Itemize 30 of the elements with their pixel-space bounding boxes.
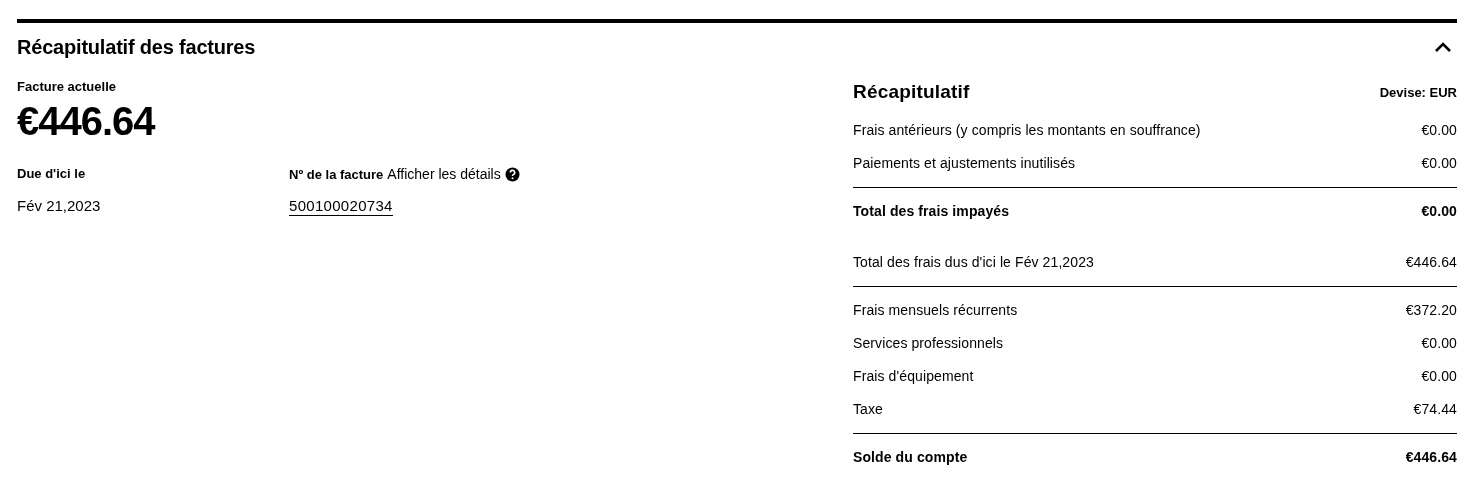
charge-amount: €0.00 — [1421, 334, 1457, 351]
due-date: Fév 21,2023 — [17, 197, 101, 214]
charge-label: Frais mensuels récurrents — [853, 301, 1018, 318]
current-bill-label: Facture actuelle — [17, 79, 117, 94]
chevron-up-icon — [1434, 41, 1452, 53]
charge-label: Taxe — [853, 400, 883, 417]
charge-amount: €446.64 — [1405, 253, 1457, 270]
charge-amount: €372.20 — [1405, 301, 1457, 318]
invoice-number-link[interactable]: 500100020734 — [289, 197, 393, 216]
invoice-number-label: Nº de la facture — [289, 166, 384, 182]
currency-label: Devise: EUR — [1379, 84, 1457, 100]
help-icon[interactable] — [504, 166, 520, 182]
charge-amount: €0.00 — [1421, 202, 1457, 219]
charge-amount: €74.44 — [1413, 400, 1457, 417]
charge-amount: €0.00 — [1421, 154, 1457, 171]
charge-label: Total des frais impayés — [853, 202, 1010, 219]
summary-title: Récapitulatif — [853, 81, 970, 103]
charge-amount: €0.00 — [1421, 367, 1457, 384]
charge-label: Frais d'équipement — [853, 367, 974, 384]
bill-amount: €446.64 — [17, 98, 157, 145]
due-date-label: Due d'ici le — [17, 166, 87, 181]
charge-label: Total des frais dus d'ici le Fév 21,2023 — [853, 253, 1094, 270]
charge-amount: €446.64 — [1405, 448, 1457, 465]
charge-label: Solde du compte — [853, 448, 968, 465]
charge-amount: €0.00 — [1421, 121, 1457, 138]
charge-label: Services professionnels — [853, 334, 1004, 351]
charge-label: Paiements et ajustements inutilisés — [853, 154, 1076, 171]
section-title: Récapitulatif des factures — [17, 35, 256, 59]
details-link[interactable]: Afficher les détails — [387, 166, 501, 182]
charge-label: Frais antérieurs (y compris les montants en souffrance) — [853, 121, 1201, 138]
